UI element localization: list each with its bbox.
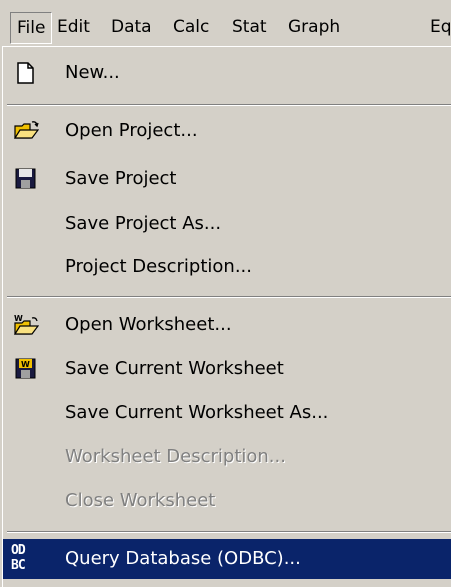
open-worksheet-icon: W [13,313,40,337]
menu-item-label: Save Current Worksheet [65,358,284,379]
menu-item-label: New... [65,62,120,83]
menu-item-label: Save Project As... [65,213,222,234]
menu-eq[interactable]: Eq [430,15,451,39]
menu-separator [7,104,451,106]
menu-item-label: Save Project [65,168,177,189]
menu-item-new[interactable]: New... [3,53,451,93]
menu-item-worksheet-description: Worksheet Description... [3,437,451,477]
floppy-disk-icon [13,167,39,191]
svg-text:W: W [21,360,30,369]
menu-item-query-database[interactable]: OD BC Query Database (ODBC)... [3,539,451,579]
menu-item-save-project[interactable]: Save Project [3,159,451,199]
menu-stat[interactable]: Stat [232,15,267,39]
menu-item-close-worksheet: Close Worksheet [3,481,451,521]
menu-item-label: Close Worksheet [65,490,216,511]
odbc-icon: OD BC [11,543,26,573]
menu-file[interactable]: File [10,12,53,44]
menu-item-label: Query Database (ODBC)... [65,548,301,569]
menu-item-open-project[interactable]: Open Project... [3,111,451,151]
menu-item-save-current-worksheet[interactable]: W Save Current Worksheet [3,349,451,389]
open-folder-icon [13,119,40,143]
menu-item-label: Open Worksheet... [65,314,232,335]
menu-edit[interactable]: Edit [57,15,90,39]
menu-item-label: Worksheet Description... [65,446,286,467]
menu-item-save-project-as[interactable]: Save Project As... [3,204,451,244]
menu-separator [7,531,451,533]
menu-item-label: Open Project... [65,120,198,141]
save-worksheet-icon: W [13,357,39,381]
menu-graph[interactable]: Graph [288,15,340,39]
file-menu-dropdown: New... Open Project... Save Project Save… [2,46,451,587]
menu-bar: File Edit Data Calc Stat Graph Eq [0,0,451,46]
menu-item-open-worksheet[interactable]: W Open Worksheet... [3,305,451,345]
new-document-icon [13,61,39,85]
menu-item-label: Save Current Worksheet As... [65,402,329,423]
menu-item-save-current-worksheet-as[interactable]: Save Current Worksheet As... [3,393,451,433]
menu-item-label: Project Description... [65,256,252,277]
menu-data[interactable]: Data [111,15,152,39]
menu-separator [7,296,451,298]
menu-item-project-description[interactable]: Project Description... [3,247,451,287]
menu-calc[interactable]: Calc [173,15,209,39]
svg-text:W: W [14,314,23,323]
